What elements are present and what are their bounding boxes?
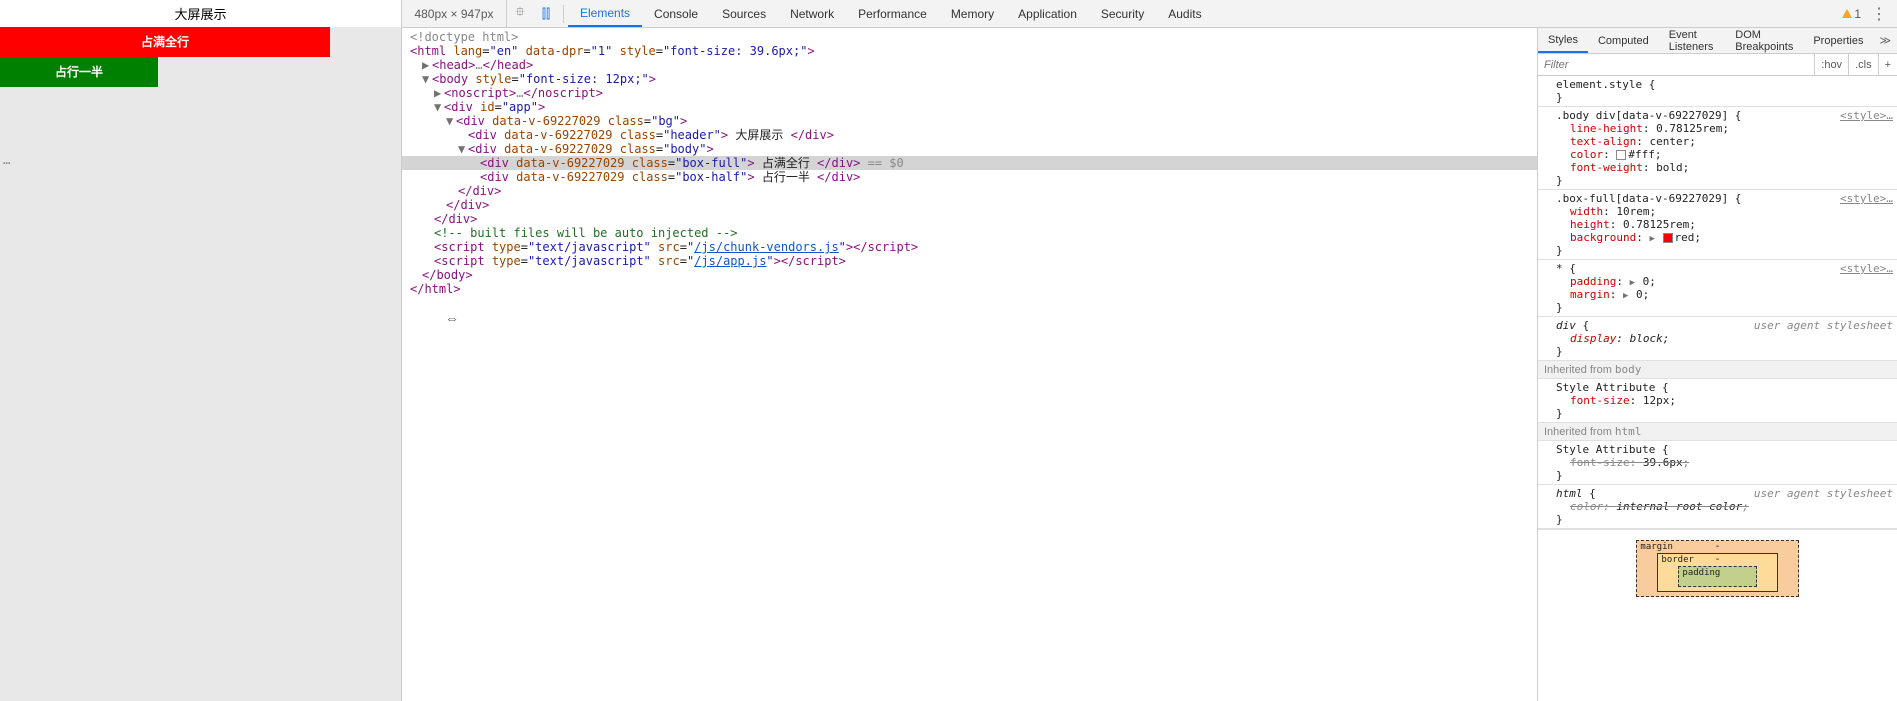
styles-rules[interactable]: element.style {}<style>….body div[data-v… [1538,76,1897,701]
resize-cursor-icon: ⇔ [445,310,459,326]
preview-header: 大屏展示 [0,0,401,27]
tab-network[interactable]: Network [778,0,846,27]
tab-audits[interactable]: Audits [1156,0,1213,27]
side-tab-styles[interactable]: Styles [1538,28,1588,53]
preview-box-half: 占行一半 [0,57,158,87]
device-toggle-icon[interactable]: ⫿⫿ [533,6,559,22]
box-model: margin- border- padding [1538,529,1897,607]
side-tab-computed[interactable]: Computed [1588,28,1659,53]
warning-icon [1842,9,1852,18]
elements-tree[interactable]: <!doctype html><html lang="en" data-dpr=… [402,28,1537,701]
kebab-menu-icon[interactable]: ⋮ [1867,4,1891,24]
tab-sources[interactable]: Sources [710,0,778,27]
side-tab-dom-breakpoints[interactable]: DOM Breakpoints [1725,28,1803,53]
tab-elements[interactable]: Elements [568,0,642,27]
devtools: 480px × 947px ⯐ ⫿⫿ Elements Console Sour… [401,0,1897,701]
tab-security[interactable]: Security [1089,0,1156,27]
side-tab-event-listeners[interactable]: Event Listeners [1659,28,1726,53]
add-rule-button[interactable]: + [1878,54,1897,75]
warning-count: 1 [1854,7,1861,21]
tab-console[interactable]: Console [642,0,710,27]
preview-pane: 大屏展示 占满全行 占行一半 [0,0,401,701]
sidebar-tabs: Styles Computed Event Listeners DOM Brea… [1538,28,1897,54]
tab-performance[interactable]: Performance [846,0,939,27]
inspect-icon[interactable]: ⯐ [507,3,533,25]
cls-button[interactable]: .cls [1848,54,1878,75]
viewport-size-label: 480px × 947px [402,0,507,27]
devtools-toolbar: 480px × 947px ⯐ ⫿⫿ Elements Console Sour… [402,0,1897,28]
tab-memory[interactable]: Memory [939,0,1006,27]
side-tabs-more-icon[interactable]: ≫ [1873,34,1897,47]
preview-box-full: 占满全行 [0,27,330,57]
tab-application[interactable]: Application [1006,0,1089,27]
warnings-badge[interactable]: 1 [1842,7,1861,21]
styles-sidebar: Styles Computed Event Listeners DOM Brea… [1537,28,1897,701]
devtools-tabs: Elements Console Sources Network Perform… [568,0,1214,27]
styles-filter-input[interactable] [1538,59,1814,71]
side-tab-properties[interactable]: Properties [1803,28,1873,53]
hov-button[interactable]: :hov [1814,54,1848,75]
